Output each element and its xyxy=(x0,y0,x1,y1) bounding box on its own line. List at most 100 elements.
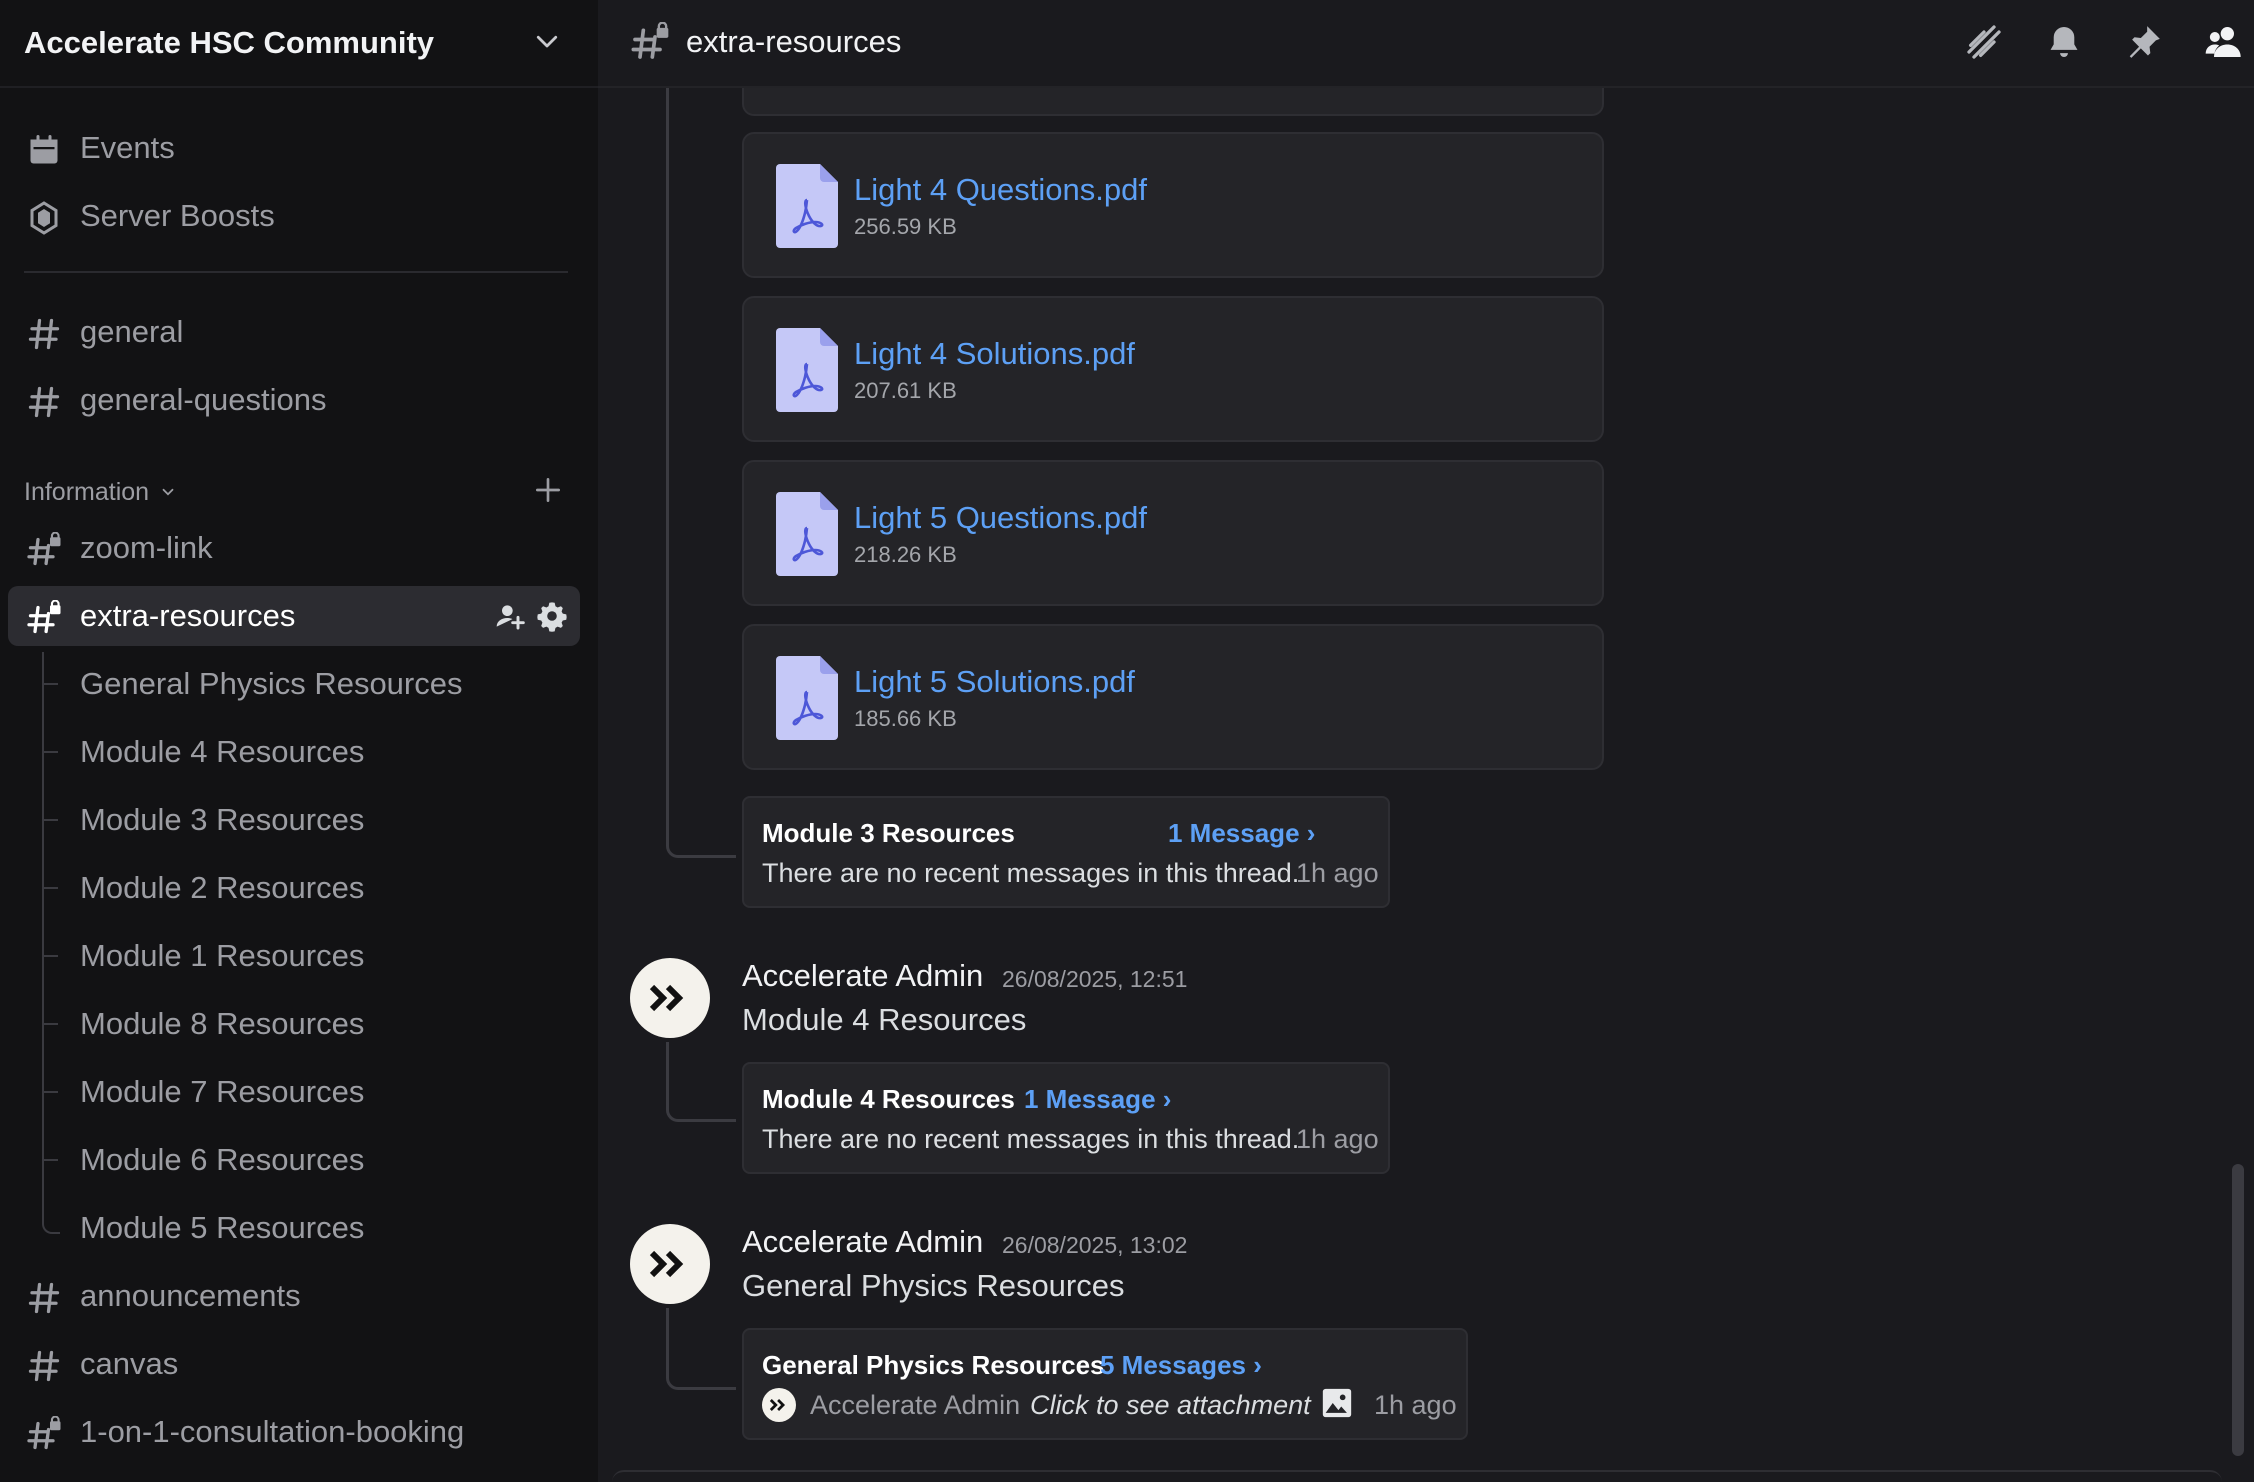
file-name-link[interactable]: Light 4 Questions.pdf xyxy=(854,172,1147,208)
channel-general-questions[interactable]: general-questions xyxy=(8,370,580,430)
file-name-link[interactable]: Light 5 Questions.pdf xyxy=(854,500,1147,536)
channel-label: 1-on-1-consultation-booking xyxy=(80,1414,465,1449)
thread-item[interactable]: Module 4 Resources xyxy=(8,722,580,782)
channel-consultation-booking[interactable]: 1-on-1-consultation-booking xyxy=(8,1402,580,1462)
avatar[interactable] xyxy=(630,958,710,1038)
thread-item[interactable]: Module 1 Resources xyxy=(8,926,580,986)
hashtag-icon xyxy=(28,1350,60,1382)
accelerate-logo-icon xyxy=(769,1399,786,1411)
thread-label: General Physics Resources xyxy=(80,666,463,701)
thread-label: Module 2 Resources xyxy=(80,870,365,905)
locked-hashtag-icon xyxy=(27,600,61,634)
channel-label: zoom-link xyxy=(80,530,213,565)
message-author[interactable]: Accelerate Admin xyxy=(742,958,983,994)
message-content: General Physics Resources xyxy=(742,1268,1125,1303)
thread-label: Module 7 Resources xyxy=(80,1074,365,1109)
message-input-edge xyxy=(612,1470,2222,1482)
accelerate-logo-icon xyxy=(649,1250,684,1278)
members-icon xyxy=(2205,27,2241,57)
gear-icon[interactable] xyxy=(536,600,568,632)
thread-preview-card[interactable]: Module 3 Resources 1 Message › There are… xyxy=(742,796,1390,908)
thread-label: Module 6 Resources xyxy=(80,1142,365,1177)
file-name-link[interactable]: Light 4 Solutions.pdf xyxy=(854,336,1135,372)
scrollbar-thumb[interactable] xyxy=(2232,1164,2244,1456)
header-toolbar xyxy=(1962,20,2246,64)
channel-canvas[interactable]: canvas xyxy=(8,1334,580,1394)
channel-announcements[interactable]: announcements xyxy=(8,1266,580,1326)
thread-attachment-link[interactable]: Click to see attachment xyxy=(1030,1390,1311,1421)
file-size: 185.66 KB xyxy=(854,706,957,731)
message-author[interactable]: Accelerate Admin xyxy=(742,1224,983,1260)
image-icon xyxy=(1322,1388,1352,1418)
thread-time-ago: 1h ago xyxy=(1296,1124,1379,1154)
thread-label: Module 4 Resources xyxy=(80,734,365,769)
pin-icon xyxy=(2129,26,2160,58)
thread-label: Module 1 Resources xyxy=(80,938,365,973)
sidebar-item-events[interactable]: Events xyxy=(8,118,580,178)
category-information[interactable]: Information xyxy=(24,474,177,510)
channel-label: canvas xyxy=(80,1346,179,1381)
pdf-file-icon xyxy=(776,656,838,740)
thread-item[interactable]: Module 2 Resources xyxy=(8,858,580,918)
discord-window: Accelerate HSC Community Events Server B… xyxy=(0,0,2254,1482)
message-timestamp: 26/08/2025, 13:02 xyxy=(1002,1232,1188,1258)
thread-preview-card[interactable]: General Physics Resources 5 Messages › A… xyxy=(742,1328,1468,1440)
file-attachment[interactable]: Light 4 Solutions.pdf 207.61 KB xyxy=(742,296,1604,442)
thread-item[interactable]: General Physics Resources xyxy=(8,654,580,714)
thread-item[interactable]: Module 5 Resources xyxy=(8,1198,580,1258)
thread-message-count-link[interactable]: 5 Messages › xyxy=(1100,1350,1262,1381)
hashtag-icon xyxy=(28,318,60,350)
avatar[interactable] xyxy=(630,1224,710,1304)
thread-item[interactable]: Module 8 Resources xyxy=(8,994,580,1054)
pinned-messages-button[interactable] xyxy=(2122,20,2166,64)
message-pane: extra-resources Light 4 Questions.pdf 25… xyxy=(598,0,2254,1482)
thread-item[interactable]: Module 3 Resources xyxy=(8,790,580,850)
thread-label: Module 5 Resources xyxy=(80,1210,365,1245)
attachment-card-partial xyxy=(742,88,1604,116)
thread-name: Module 4 Resources xyxy=(762,1084,1015,1114)
threads-button[interactable] xyxy=(1962,20,2006,64)
thread-message-count-link[interactable]: 1 Message › xyxy=(1168,818,1315,849)
channel-label: general xyxy=(80,314,184,349)
channel-label: general-questions xyxy=(80,382,327,417)
file-size: 256.59 KB xyxy=(854,214,957,239)
file-attachment[interactable]: Light 5 Solutions.pdf 185.66 KB xyxy=(742,624,1604,770)
thread-time-ago: 1h ago xyxy=(1374,1390,1457,1420)
member-list-button[interactable] xyxy=(2202,20,2246,64)
message-content: Module 4 Resources xyxy=(742,1002,1027,1037)
chevron-down-icon[interactable] xyxy=(532,26,562,56)
add-channel-icon[interactable] xyxy=(532,474,564,506)
sidebar-divider xyxy=(24,271,568,273)
sidebar-item-label: Events xyxy=(80,130,175,165)
thread-item[interactable]: Module 7 Resources xyxy=(8,1062,580,1122)
file-attachment[interactable]: Light 5 Questions.pdf 218.26 KB xyxy=(742,460,1604,606)
channel-general[interactable]: general xyxy=(8,302,580,362)
calendar-icon xyxy=(30,135,58,164)
thread-item[interactable]: Module 6 Resources xyxy=(8,1130,580,1190)
invite-member-icon[interactable] xyxy=(494,600,526,632)
channel-sidebar: Accelerate HSC Community Events Server B… xyxy=(0,0,598,1482)
thread-name: Module 3 Resources xyxy=(762,818,1015,848)
server-name: Accelerate HSC Community xyxy=(24,25,435,60)
server-header[interactable]: Accelerate HSC Community xyxy=(0,0,598,88)
thread-label: Module 3 Resources xyxy=(80,802,365,837)
hashtag-icon xyxy=(28,386,60,418)
channel-header: extra-resources xyxy=(598,0,2254,88)
file-name-link[interactable]: Light 5 Solutions.pdf xyxy=(854,664,1135,700)
channel-zoom-link[interactable]: zoom-link xyxy=(8,518,580,578)
pdf-file-icon xyxy=(776,164,838,248)
message-timestamp: 26/08/2025, 12:51 xyxy=(1002,966,1188,992)
pdf-file-icon xyxy=(776,492,838,576)
thread-preview-card[interactable]: Module 4 Resources 1 Message › There are… xyxy=(742,1062,1390,1174)
file-attachment[interactable]: Light 4 Questions.pdf 256.59 KB xyxy=(742,132,1604,278)
locked-hashtag-icon xyxy=(27,1416,61,1450)
thread-message-count-link[interactable]: 1 Message › xyxy=(1024,1084,1171,1115)
sidebar-item-label: Server Boosts xyxy=(80,198,275,233)
thread-last-author: Accelerate Admin xyxy=(810,1390,1021,1420)
locked-hashtag-icon xyxy=(631,22,669,59)
channel-label: extra-resources xyxy=(80,598,296,633)
sidebar-item-server-boosts[interactable]: Server Boosts xyxy=(8,186,580,246)
thread-name: General Physics Resources xyxy=(762,1350,1105,1380)
accelerate-logo-icon xyxy=(649,984,684,1012)
notifications-button[interactable] xyxy=(2042,20,2086,64)
